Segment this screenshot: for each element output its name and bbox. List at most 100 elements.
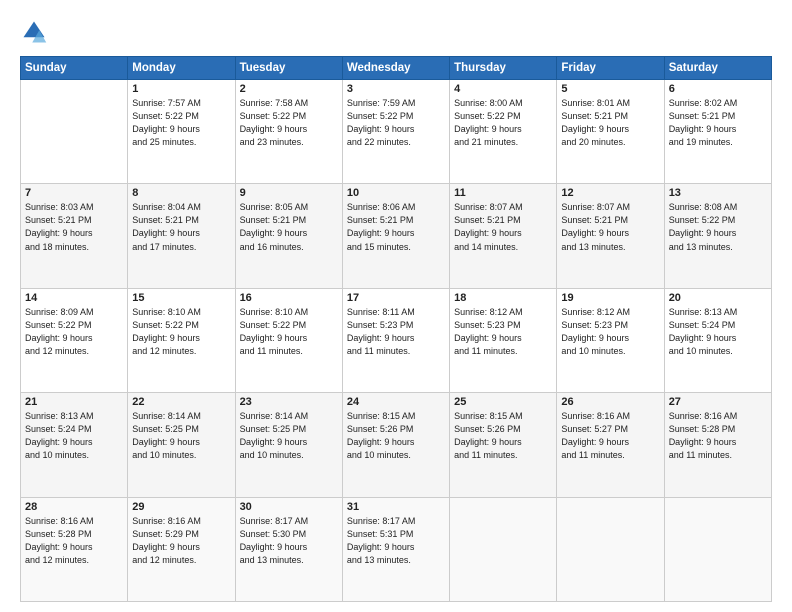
calendar-week-row: 1Sunrise: 7:57 AM Sunset: 5:22 PM Daylig…: [21, 80, 772, 184]
calendar-day-header: Tuesday: [235, 57, 342, 80]
calendar-cell: [21, 80, 128, 184]
cell-info: Sunrise: 7:59 AM Sunset: 5:22 PM Dayligh…: [347, 97, 445, 149]
calendar-cell: 15 Sunrise: 8:10 AM Sunset: 5:22 PM Dayli…: [128, 288, 235, 392]
cell-info: Sunrise: 7:58 AM Sunset: 5:22 PM Dayligh…: [240, 97, 338, 149]
day-number: 2: [240, 83, 338, 95]
day-number: 25: [454, 396, 552, 408]
day-number: 17: [347, 292, 445, 304]
calendar-cell: 12Sunrise: 8:07 AM Sunset: 5:21 PM Dayli…: [557, 184, 664, 288]
cell-info: Sunrise: 8:16 AM Sunset: 5:28 PM Dayligh…: [25, 515, 123, 567]
cell-info: Sunrise: 8:00 AM Sunset: 5:22 PM Dayligh…: [454, 97, 552, 149]
calendar-cell: 29 Sunrise: 8:16 AM Sunset: 5:29 PM Dayli…: [128, 497, 235, 601]
calendar-cell: [557, 497, 664, 601]
day-number: 3: [347, 83, 445, 95]
day-number: 18: [454, 292, 552, 304]
cell-info: Sunrise: 8:13 AM Sunset: 5:24 PM Dayligh…: [669, 306, 767, 358]
day-number: 8: [132, 187, 230, 199]
cell-info: Sunrise: 8:15 AM Sunset: 5:26 PM Dayligh…: [454, 410, 552, 462]
cell-info: Sunrise: 8:15 AM Sunset: 5:26 PM Dayligh…: [347, 410, 445, 462]
day-number: 11: [454, 187, 552, 199]
day-number: 9: [240, 187, 338, 199]
calendar-cell: 16 Sunrise: 8:10 AM Sunset: 5:22 PM Dayli…: [235, 288, 342, 392]
calendar-cell: 11 Sunrise: 8:07 AM Sunset: 5:21 PM Dayli…: [450, 184, 557, 288]
page: SundayMondayTuesdayWednesdayThursdayFrid…: [0, 0, 792, 612]
cell-info: Sunrise: 8:02 AM Sunset: 5:21 PM Dayligh…: [669, 97, 767, 149]
calendar-cell: 9 Sunrise: 8:05 AM Sunset: 5:21 PM Daylig…: [235, 184, 342, 288]
calendar-week-row: 14 Sunrise: 8:09 AM Sunset: 5:22 PM Dayli…: [21, 288, 772, 392]
calendar-cell: 7 Sunrise: 8:03 AM Sunset: 5:21 PM Daylig…: [21, 184, 128, 288]
calendar-cell: 14 Sunrise: 8:09 AM Sunset: 5:22 PM Dayli…: [21, 288, 128, 392]
day-number: 31: [347, 501, 445, 513]
day-number: 7: [25, 187, 123, 199]
day-number: 21: [25, 396, 123, 408]
cell-info: Sunrise: 8:07 AM Sunset: 5:21 PM Dayligh…: [561, 201, 659, 253]
cell-info: Sunrise: 8:07 AM Sunset: 5:21 PM Dayligh…: [454, 201, 552, 253]
calendar-table: SundayMondayTuesdayWednesdayThursdayFrid…: [20, 56, 772, 602]
logo-icon: [20, 18, 48, 46]
day-number: 6: [669, 83, 767, 95]
calendar-header-row: SundayMondayTuesdayWednesdayThursdayFrid…: [21, 57, 772, 80]
calendar-cell: [450, 497, 557, 601]
cell-info: Sunrise: 8:16 AM Sunset: 5:29 PM Dayligh…: [132, 515, 230, 567]
day-number: 10: [347, 187, 445, 199]
cell-info: Sunrise: 8:17 AM Sunset: 5:31 PM Dayligh…: [347, 515, 445, 567]
day-number: 30: [240, 501, 338, 513]
cell-info: Sunrise: 8:09 AM Sunset: 5:22 PM Dayligh…: [25, 306, 123, 358]
calendar-cell: 19 Sunrise: 8:12 AM Sunset: 5:23 PM Dayli…: [557, 288, 664, 392]
calendar-cell: 3 Sunrise: 7:59 AM Sunset: 5:22 PM Daylig…: [342, 80, 449, 184]
cell-info: Sunrise: 8:10 AM Sunset: 5:22 PM Dayligh…: [240, 306, 338, 358]
calendar-cell: 5 Sunrise: 8:01 AM Sunset: 5:21 PM Daylig…: [557, 80, 664, 184]
calendar-week-row: 28Sunrise: 8:16 AM Sunset: 5:28 PM Dayli…: [21, 497, 772, 601]
cell-info: Sunrise: 8:14 AM Sunset: 5:25 PM Dayligh…: [240, 410, 338, 462]
cell-info: Sunrise: 8:11 AM Sunset: 5:23 PM Dayligh…: [347, 306, 445, 358]
calendar-cell: 1Sunrise: 7:57 AM Sunset: 5:22 PM Daylig…: [128, 80, 235, 184]
day-number: 24: [347, 396, 445, 408]
calendar-cell: 28Sunrise: 8:16 AM Sunset: 5:28 PM Dayli…: [21, 497, 128, 601]
calendar-cell: 31 Sunrise: 8:17 AM Sunset: 5:31 PM Dayli…: [342, 497, 449, 601]
calendar-cell: 20 Sunrise: 8:13 AM Sunset: 5:24 PM Dayli…: [664, 288, 771, 392]
calendar-day-header: Friday: [557, 57, 664, 80]
day-number: 1: [132, 83, 230, 95]
day-number: 15: [132, 292, 230, 304]
calendar-cell: 22 Sunrise: 8:14 AM Sunset: 5:25 PM Dayli…: [128, 393, 235, 497]
day-number: 4: [454, 83, 552, 95]
cell-info: Sunrise: 8:01 AM Sunset: 5:21 PM Dayligh…: [561, 97, 659, 149]
calendar-cell: 2 Sunrise: 7:58 AM Sunset: 5:22 PM Daylig…: [235, 80, 342, 184]
day-number: 26: [561, 396, 659, 408]
day-number: 5: [561, 83, 659, 95]
day-number: 19: [561, 292, 659, 304]
cell-info: Sunrise: 8:03 AM Sunset: 5:21 PM Dayligh…: [25, 201, 123, 253]
calendar-cell: 23 Sunrise: 8:14 AM Sunset: 5:25 PM Dayli…: [235, 393, 342, 497]
day-number: 22: [132, 396, 230, 408]
day-number: 23: [240, 396, 338, 408]
calendar-cell: [664, 497, 771, 601]
calendar-cell: 6 Sunrise: 8:02 AM Sunset: 5:21 PM Daylig…: [664, 80, 771, 184]
day-number: 20: [669, 292, 767, 304]
cell-info: Sunrise: 8:13 AM Sunset: 5:24 PM Dayligh…: [25, 410, 123, 462]
calendar-cell: 10 Sunrise: 8:06 AM Sunset: 5:21 PM Dayli…: [342, 184, 449, 288]
cell-info: Sunrise: 8:10 AM Sunset: 5:22 PM Dayligh…: [132, 306, 230, 358]
calendar-week-row: 21 Sunrise: 8:13 AM Sunset: 5:24 PM Dayli…: [21, 393, 772, 497]
cell-info: Sunrise: 8:14 AM Sunset: 5:25 PM Dayligh…: [132, 410, 230, 462]
cell-info: Sunrise: 8:08 AM Sunset: 5:22 PM Dayligh…: [669, 201, 767, 253]
calendar-cell: 4 Sunrise: 8:00 AM Sunset: 5:22 PM Daylig…: [450, 80, 557, 184]
cell-info: Sunrise: 8:12 AM Sunset: 5:23 PM Dayligh…: [454, 306, 552, 358]
calendar-day-header: Wednesday: [342, 57, 449, 80]
day-number: 13: [669, 187, 767, 199]
calendar-cell: 13 Sunrise: 8:08 AM Sunset: 5:22 PM Dayli…: [664, 184, 771, 288]
cell-info: Sunrise: 8:16 AM Sunset: 5:27 PM Dayligh…: [561, 410, 659, 462]
day-number: 14: [25, 292, 123, 304]
cell-info: Sunrise: 8:06 AM Sunset: 5:21 PM Dayligh…: [347, 201, 445, 253]
calendar-cell: 27Sunrise: 8:16 AM Sunset: 5:28 PM Dayli…: [664, 393, 771, 497]
day-number: 29: [132, 501, 230, 513]
cell-info: Sunrise: 8:04 AM Sunset: 5:21 PM Dayligh…: [132, 201, 230, 253]
calendar-cell: 30Sunrise: 8:17 AM Sunset: 5:30 PM Dayli…: [235, 497, 342, 601]
calendar-cell: 21 Sunrise: 8:13 AM Sunset: 5:24 PM Dayli…: [21, 393, 128, 497]
day-number: 16: [240, 292, 338, 304]
calendar-cell: 17 Sunrise: 8:11 AM Sunset: 5:23 PM Dayli…: [342, 288, 449, 392]
cell-info: Sunrise: 8:16 AM Sunset: 5:28 PM Dayligh…: [669, 410, 767, 462]
calendar-day-header: Saturday: [664, 57, 771, 80]
cell-info: Sunrise: 8:05 AM Sunset: 5:21 PM Dayligh…: [240, 201, 338, 253]
cell-info: Sunrise: 8:12 AM Sunset: 5:23 PM Dayligh…: [561, 306, 659, 358]
calendar-cell: 8 Sunrise: 8:04 AM Sunset: 5:21 PM Daylig…: [128, 184, 235, 288]
